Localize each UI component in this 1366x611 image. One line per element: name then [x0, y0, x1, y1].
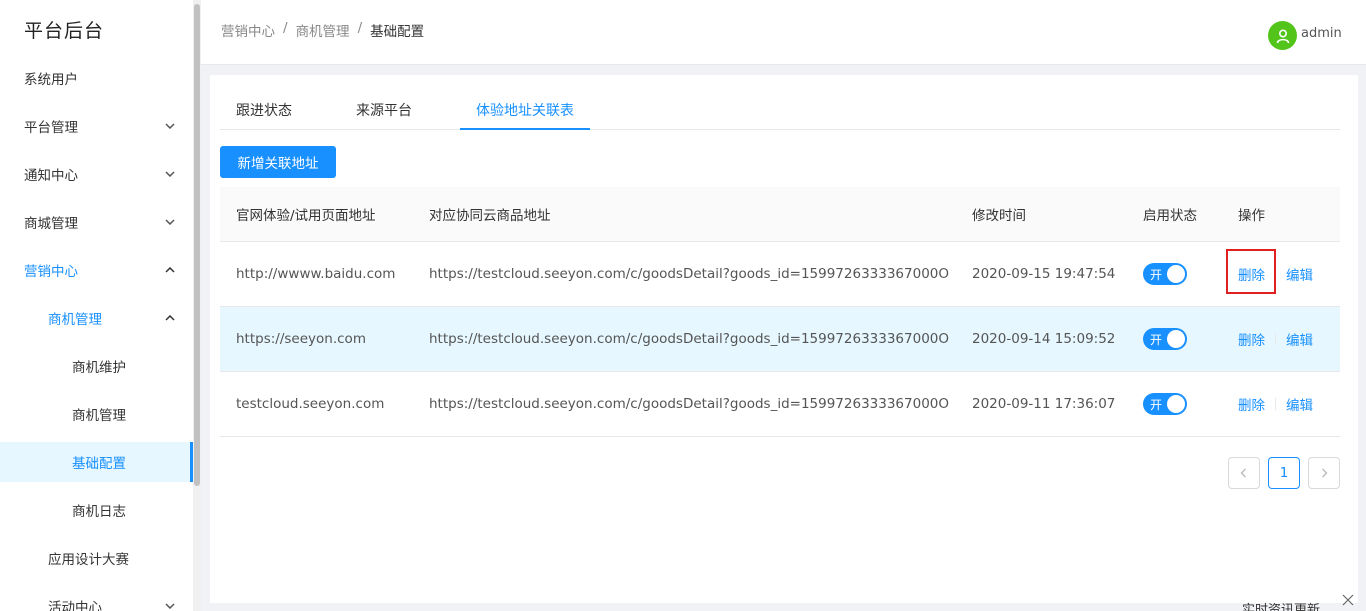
sidebar-item-label: 活动中心 [48, 600, 102, 611]
sidebar-item-mall-management[interactable]: 商城管理 [0, 202, 193, 242]
toggle-knob [1167, 395, 1185, 413]
cell-page-url: http://wwww.baidu.com [236, 266, 396, 282]
sidebar-item-activity-center[interactable]: 活动中心 [0, 586, 193, 611]
sidebar-item-label: 营销中心 [24, 264, 78, 280]
sidebar-item-app-design-contest[interactable]: 应用设计大赛 [0, 538, 193, 578]
status-toggle-cell: 开 [1143, 242, 1187, 306]
sidebar: 平台后台 系统用户 平台管理 通知中心 商城管理 营销中心 商机管理 商机维护 … [0, 0, 193, 611]
cell-goods-url: https://testcloud.seeyon.com/c/goodsDeta… [429, 266, 950, 282]
chevron-up-icon [164, 312, 176, 324]
edit-link[interactable]: 编辑 [1286, 394, 1313, 414]
sidebar-item-label: 平台管理 [24, 120, 78, 136]
column-header-actions: 操作 [1238, 208, 1265, 224]
tab-follow-status[interactable]: 跟进状态 [236, 95, 292, 130]
sidebar-item-label: 通知中心 [24, 168, 78, 184]
breadcrumb-separator: / [357, 20, 363, 36]
status-toggle[interactable]: 开 [1143, 263, 1187, 285]
next-page-button[interactable] [1308, 457, 1340, 489]
sidebar-item-notification-center[interactable]: 通知中心 [0, 154, 193, 194]
chevron-down-icon [164, 216, 176, 228]
status-toggle[interactable]: 开 [1143, 393, 1187, 415]
sidebar-item-opportunity-maintenance[interactable]: 商机维护 [0, 346, 193, 386]
breadcrumb-item-opportunity[interactable]: 商机管理 [296, 20, 350, 40]
sidebar-item-label: 系统用户 [24, 72, 78, 88]
page-number-button[interactable]: 1 [1268, 457, 1300, 489]
status-toggle[interactable]: 开 [1143, 328, 1187, 350]
user-icon [1276, 28, 1289, 43]
toggle-knob [1167, 265, 1185, 283]
column-header-page-url: 官网体验/试用页面地址 [236, 208, 376, 224]
annotation-highlight-box [1226, 249, 1276, 294]
column-header-goods-url: 对应协同云商品地址 [429, 208, 551, 224]
app-logo: 平台后台 [24, 20, 105, 42]
cell-page-url: https://seeyon.com [236, 331, 366, 347]
sidebar-item-label: 应用设计大赛 [48, 552, 129, 568]
action-divider [1275, 333, 1276, 345]
sidebar-item-platform-management[interactable]: 平台管理 [0, 106, 193, 146]
sidebar-item-opportunity-log[interactable]: 商机日志 [0, 490, 193, 530]
edit-link[interactable]: 编辑 [1286, 329, 1313, 349]
cell-modified-time: 2020-09-15 19:47:54 [972, 266, 1116, 282]
chevron-up-icon [164, 264, 176, 276]
close-icon[interactable] [1341, 593, 1355, 607]
table-header: 官网体验/试用页面地址 对应协同云商品地址 修改时间 启用状态 操作 [220, 187, 1340, 242]
breadcrumb-item-current: 基础配置 [370, 24, 425, 40]
toggle-label: 开 [1150, 398, 1163, 412]
breadcrumb-separator: / [283, 20, 288, 36]
cell-page-url: testcloud.seeyon.com [236, 396, 385, 412]
sidebar-item-marketing-center[interactable]: 营销中心 [0, 250, 193, 290]
sidebar-item-label: 商机维护 [72, 360, 126, 376]
tab-bar: 跟进状态 来源平台 体验地址关联表 [220, 95, 1340, 130]
table-row: http://wwww.baidu.com https://testcloud.… [220, 242, 1340, 307]
tab-source-platform[interactable]: 来源平台 [356, 95, 412, 130]
scrollbar-thumb[interactable] [194, 4, 200, 486]
sidebar-item-basic-config[interactable]: 基础配置 [0, 442, 193, 482]
cell-modified-time: 2020-09-11 17:36:07 [972, 396, 1116, 412]
cell-goods-url: https://testcloud.seeyon.com/c/goodsDeta… [429, 396, 950, 412]
news-popup-title: 实时资讯更新 [1242, 603, 1321, 611]
chevron-down-icon [164, 600, 176, 611]
sidebar-item-system-users[interactable]: 系统用户 [0, 58, 193, 98]
sidebar-item-label: 商机管理 [48, 312, 102, 328]
mapping-table: 官网体验/试用页面地址 对应协同云商品地址 修改时间 启用状态 操作 http:… [220, 187, 1340, 437]
edit-link[interactable]: 编辑 [1286, 264, 1313, 284]
tab-experience-url-mapping[interactable]: 体验地址关联表 [460, 95, 590, 130]
sidebar-item-opportunity-manage[interactable]: 商机管理 [0, 394, 193, 434]
breadcrumb: 营销中心 / 商机管理 / 基础配置 [221, 20, 424, 40]
status-toggle-cell: 开 [1143, 372, 1187, 436]
content-card: 跟进状态 来源平台 体验地址关联表 新增关联地址 官网体验/试用页面地址 对应协… [210, 75, 1358, 603]
column-header-modified-time: 修改时间 [972, 208, 1026, 224]
action-divider [1275, 398, 1276, 410]
status-toggle-cell: 开 [1143, 307, 1187, 371]
actions-cell: 删除 编辑 [1238, 307, 1313, 371]
toggle-label: 开 [1150, 333, 1163, 347]
cell-goods-url: https://testcloud.seeyon.com/c/goodsDeta… [429, 331, 950, 347]
toggle-knob [1167, 330, 1185, 348]
sidebar-scrollbar[interactable] [193, 0, 201, 611]
actions-cell: 删除 编辑 [1238, 372, 1313, 436]
delete-link[interactable]: 删除 [1238, 329, 1265, 349]
sidebar-item-label: 商机管理 [72, 408, 126, 424]
delete-link[interactable]: 删除 [1238, 394, 1265, 414]
chevron-left-icon [1240, 468, 1246, 478]
chevron-down-icon [164, 120, 176, 132]
add-mapping-button[interactable]: 新增关联地址 [220, 146, 336, 178]
cell-modified-time: 2020-09-14 15:09:52 [972, 331, 1116, 347]
breadcrumb-item-marketing[interactable]: 营销中心 [221, 20, 275, 40]
chevron-right-icon [1322, 468, 1328, 478]
sidebar-item-label: 商机日志 [72, 504, 126, 520]
prev-page-button[interactable] [1228, 457, 1260, 489]
table-row: testcloud.seeyon.com https://testcloud.s… [220, 372, 1340, 437]
avatar[interactable] [1268, 21, 1297, 50]
username[interactable]: admin [1301, 26, 1342, 41]
top-header: 营销中心 / 商机管理 / 基础配置 admin [201, 0, 1366, 65]
sidebar-item-opportunity-management[interactable]: 商机管理 [0, 298, 193, 338]
chevron-down-icon [164, 168, 176, 180]
sidebar-item-label: 商城管理 [24, 216, 78, 232]
column-header-status: 启用状态 [1143, 208, 1197, 224]
table-row: https://seeyon.com https://testcloud.see… [220, 307, 1340, 372]
sidebar-item-label: 基础配置 [72, 456, 126, 472]
toggle-label: 开 [1150, 268, 1163, 282]
